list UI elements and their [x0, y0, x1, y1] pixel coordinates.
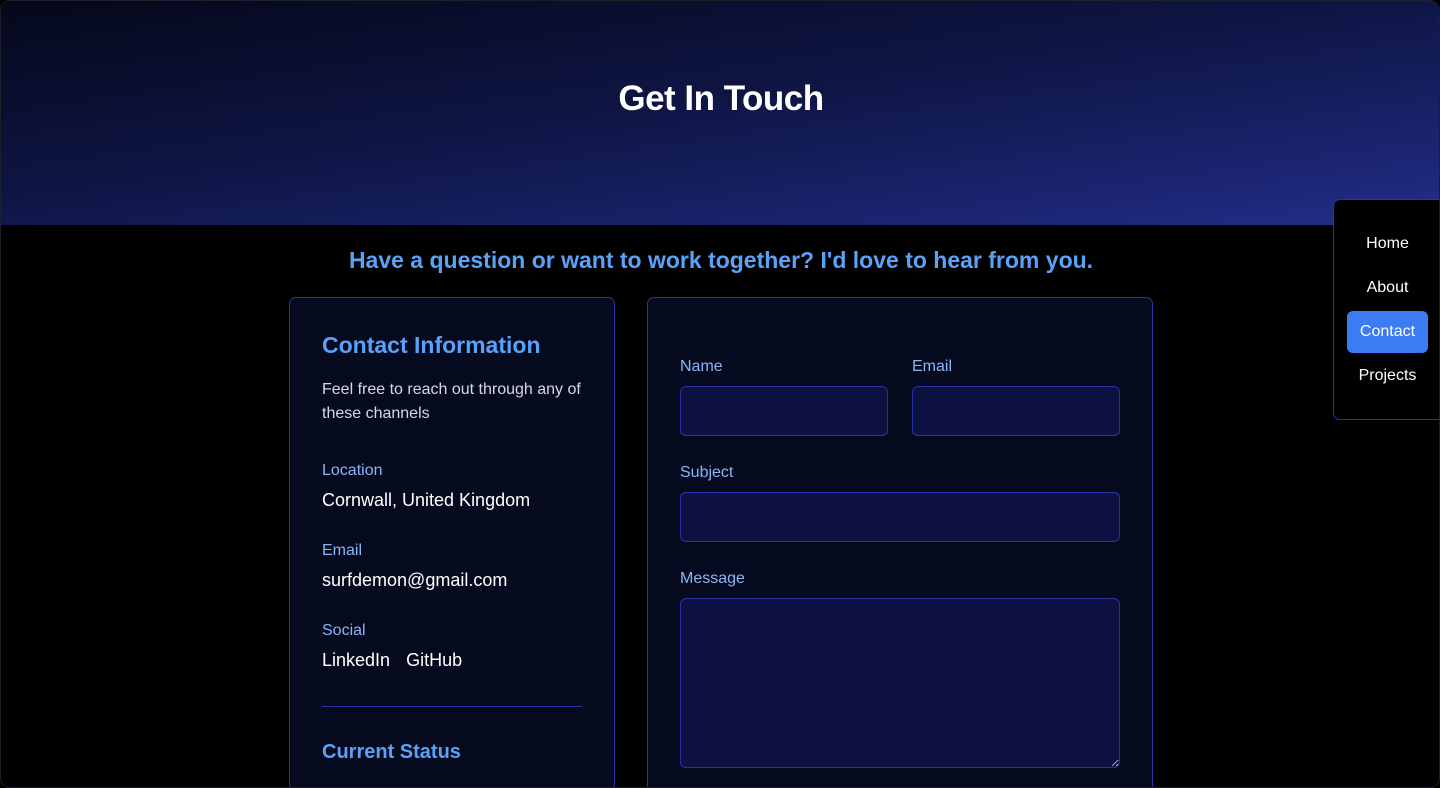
github-link[interactable]: GitHub — [406, 650, 462, 671]
email-info-label: Email — [322, 542, 363, 559]
nav-item-home[interactable]: Home — [1347, 223, 1428, 265]
contact-info-description: Feel free to reach out through any of th… — [322, 381, 581, 422]
contact-form: Name Email Subject Message — [647, 297, 1153, 787]
location-label: Location — [322, 462, 383, 479]
message-label: Message — [680, 570, 745, 587]
location-value: Cornwall, United Kingdom — [322, 490, 531, 510]
current-status-title: Current Status — [322, 741, 461, 763]
nav-item-contact[interactable]: Contact — [1347, 311, 1428, 353]
email-input[interactable] — [912, 386, 1120, 436]
page: Get In Touch Have a question or want to … — [0, 0, 1440, 788]
email-label: Email — [912, 358, 953, 375]
social-links: LinkedIn GitHub — [322, 650, 462, 671]
name-input[interactable] — [680, 386, 888, 436]
hero-banner: Get In Touch — [1, 1, 1439, 225]
social-label: Social — [322, 622, 366, 639]
nav-item-about[interactable]: About — [1347, 267, 1428, 309]
message-textarea[interactable] — [680, 598, 1120, 768]
divider — [322, 706, 582, 707]
subject-label: Subject — [680, 464, 734, 481]
subject-input[interactable] — [680, 492, 1120, 542]
email-info-value[interactable]: surfdemon@gmail.com — [322, 570, 507, 591]
contact-info-title: Contact Information — [322, 332, 541, 358]
linkedin-link[interactable]: LinkedIn — [322, 650, 390, 671]
contact-info-card: Contact Information Feel free to reach o… — [289, 297, 615, 787]
page-title: Get In Touch — [618, 79, 824, 118]
tagline: Have a question or want to work together… — [348, 247, 1094, 273]
side-nav: Home About Contact Projects — [1333, 199, 1439, 420]
name-label: Name — [680, 358, 723, 375]
nav-item-projects[interactable]: Projects — [1347, 355, 1428, 397]
